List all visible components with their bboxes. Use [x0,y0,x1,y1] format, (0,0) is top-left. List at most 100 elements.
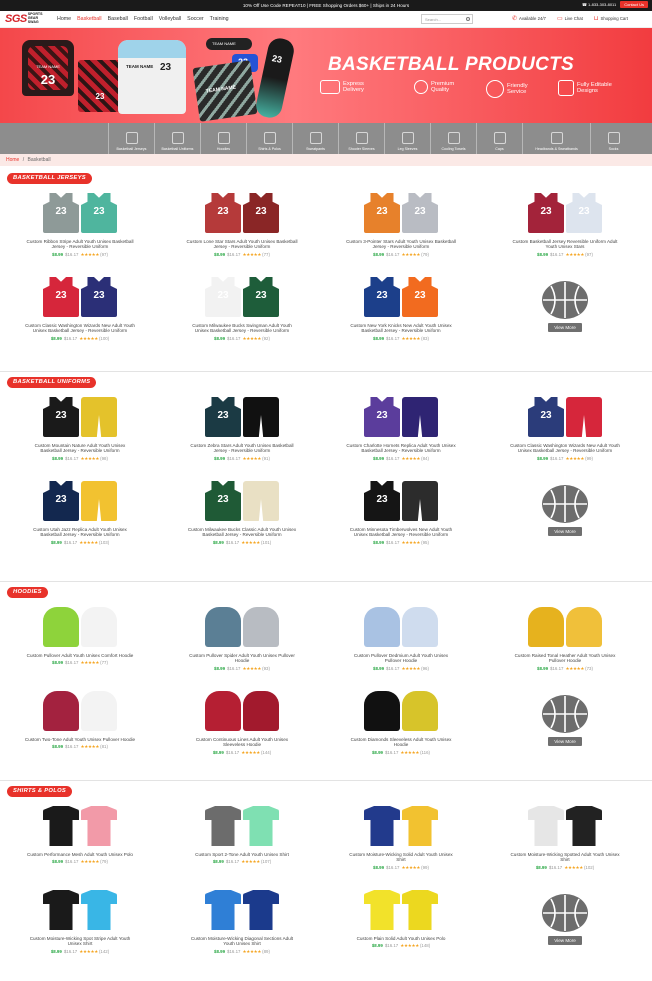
shopping-cart-link[interactable]: ⊔ Shopping Cart [594,15,628,22]
product-image[interactable]: 23 [203,481,281,523]
product-card[interactable]: Custom Moisture-Wicking Diagonal Section… [182,890,302,955]
product-title[interactable]: Custom Basketball Jersey Reversible Unif… [505,239,625,250]
product-card[interactable]: 23 Custom Zebra Stars Adult Youth Unisex … [182,397,302,462]
product-card[interactable]: 23 Custom Milwaukee Bucks Classic Adult Y… [182,481,302,546]
product-card[interactable]: 23 Custom Mountain Nature Adult Youth Uni… [20,397,140,462]
product-title[interactable]: Custom Milwaukee Bucks Classic Adult You… [182,527,302,538]
product-title[interactable]: Custom Moisture-Wicking Solid Adult Yout… [341,852,461,863]
live-chat-link[interactable]: ▭ Live Chat [557,15,583,22]
product-card[interactable]: 23 23 Custom New York Knicks New Adult You… [341,277,461,342]
product-image[interactable] [203,806,281,848]
product-image[interactable] [41,607,119,649]
product-title[interactable]: Custom Raised Tonal Heather Adult Youth … [505,653,625,664]
product-title[interactable]: Custom Sport 2-Tone Adult Youth Unisex S… [182,852,302,857]
product-card[interactable]: Custom Continuous Lines Adult Youth Unis… [182,691,302,756]
product-card[interactable]: 23 Custom Charlotte Hornets Replica Adult… [341,397,461,462]
nav-item-training[interactable]: Training [210,16,229,22]
product-card[interactable]: Custom Plain Solid Adult Youth Unisex Po… [341,890,461,949]
product-image[interactable]: 23 23 [41,193,119,235]
basketball-icon[interactable] [542,894,588,932]
basketball-icon[interactable] [542,485,588,523]
product-card[interactable]: Custom Pullover Adult Youth Unisex Comfo… [20,607,140,666]
product-title[interactable]: Custom Zebra Stars Adult Youth Unisex Ba… [182,443,302,454]
product-image[interactable] [41,691,119,733]
product-image[interactable]: 23 23 [203,193,281,235]
product-card[interactable]: 23 Custom Minnesota Timberwolves New Adul… [341,481,461,546]
category-headbands[interactable]: Headbands & Sweatbands [522,123,590,154]
product-title[interactable]: Custom Pullover Adult Youth Unisex Comfo… [20,653,140,658]
product-card[interactable]: Custom Diamonds Sleeveless Adult Youth U… [341,691,461,756]
product-title[interactable]: Custom Moisture-Wicking Diagonal Section… [182,936,302,947]
product-title[interactable]: Custom Milwaukee Bucks Swingman Adult Yo… [182,323,302,334]
product-image[interactable]: 23 23 [203,277,281,319]
product-image[interactable] [203,607,281,649]
product-image[interactable] [362,607,440,649]
nav-item-soccer[interactable]: Soccer [187,16,204,22]
product-image[interactable]: 23 23 [362,277,440,319]
product-title[interactable]: Custom Plain Solid Adult Youth Unisex Po… [341,936,461,941]
nav-item-football[interactable]: Football [134,16,153,22]
product-image[interactable] [362,890,440,932]
product-image[interactable]: 23 23 [526,193,604,235]
product-image[interactable] [41,806,119,848]
product-image[interactable] [203,691,281,733]
search-icon[interactable] [466,17,470,21]
view-more-button[interactable]: View More [548,527,582,536]
product-image[interactable] [362,691,440,733]
product-card[interactable]: Custom Moisture-Wicking Solid Adult Yout… [341,806,461,871]
product-title[interactable]: Custom Lone Star Stars Adult Youth Unise… [182,239,302,250]
product-title[interactable]: Custom Ribbon Stripe Adult Youth Unisex … [20,239,140,250]
product-card[interactable]: Custom Sport 2-Tone Adult Youth Unisex S… [182,806,302,865]
product-title[interactable]: Custom Moisture-Wicking Spot Stripe Adul… [20,936,140,947]
product-title[interactable]: Custom Utah Jazz Replica Adult Youth Uni… [20,527,140,538]
product-title[interactable]: Custom 3-Pointer Stars Adult Youth Unise… [341,239,461,250]
category-basketball-jerseys[interactable]: Basketball Jerseys [108,123,154,154]
category-leg-sleeves[interactable]: Leg Sleeves [384,123,430,154]
nav-item-volleyball[interactable]: Volleyball [159,16,181,22]
product-card[interactable]: 23 23 Custom Basketball Jersey Reversible … [505,193,625,258]
product-title[interactable]: Custom Performance Mesh Adult Youth Unis… [20,852,140,857]
basketball-icon[interactable] [542,695,588,733]
product-title[interactable]: Custom Diamonds Sleeveless Adult Youth U… [341,737,461,748]
product-title[interactable]: Custom Pullover Spider Adult Youth Unise… [182,653,302,664]
product-image[interactable] [41,890,119,932]
product-card[interactable]: Custom Moisture-Wicking Spotted Adult Yo… [505,806,625,871]
product-title[interactable]: Custom Classic Washington Wizards New Ad… [20,323,140,334]
phone-number[interactable]: ☎ 1-833-303-8011 [582,2,616,7]
product-title[interactable]: Custom Minnesota Timberwolves New Adult … [341,527,461,538]
nav-item-baseball[interactable]: Baseball [108,16,128,22]
search-input[interactable]: Search... [421,14,473,24]
product-image[interactable]: 23 [41,481,119,523]
product-image[interactable] [362,806,440,848]
product-image[interactable]: 23 23 [362,193,440,235]
category-sweatpants[interactable]: Sweatpants [292,123,338,154]
logo[interactable]: SGS SPORTS GEAR SWAG [5,12,53,25]
product-card[interactable]: Custom Moisture-Wicking Spot Stripe Adul… [20,890,140,955]
product-card[interactable]: Custom Performance Mesh Adult Youth Unis… [20,806,140,865]
view-more-button[interactable]: View More [548,737,582,746]
product-card[interactable]: 23 23 Custom Milwaukee Bucks Swingman Adul… [182,277,302,342]
product-image[interactable]: 23 [362,397,440,439]
product-card[interactable]: Custom Two-Tone Adult Youth Unisex Pullo… [20,691,140,750]
category-hoodies[interactable]: Hoodies [200,123,246,154]
product-image[interactable] [526,806,604,848]
product-card[interactable]: 23 23 Custom Ribbon Stripe Adult Youth Uni… [20,193,140,258]
breadcrumb-home[interactable]: Home [6,157,19,163]
category-shooter-sleeves[interactable]: Shooter Sleeves [338,123,384,154]
product-card[interactable]: 23 23 Custom Lone Star Stars Adult Youth U… [182,193,302,258]
product-card[interactable]: 23 23 Custom 3-Pointer Stars Adult Youth U… [341,193,461,258]
product-image[interactable]: 23 [41,397,119,439]
category-socks[interactable]: Socks [590,123,636,154]
product-image[interactable]: 23 23 [41,277,119,319]
category-basketball-uniforms[interactable]: Basketball Uniforms [154,123,200,154]
contact-us-button[interactable]: Contact Us [620,1,648,8]
product-image[interactable] [203,890,281,932]
product-title[interactable]: Custom New York Knicks New Adult Youth U… [341,323,461,334]
product-card[interactable]: Custom Raised Tonal Heather Adult Youth … [505,607,625,672]
category-shirts-polos[interactable]: Shirts & Polos [246,123,292,154]
view-more-button[interactable]: View More [548,323,582,332]
product-title[interactable]: Custom Classic Washington Wizards New Ad… [505,443,625,454]
product-title[interactable]: Custom Pullover Dedmium Adult Youth Unis… [341,653,461,664]
product-image[interactable]: 23 [203,397,281,439]
nav-item-basketball[interactable]: Basketball [77,16,101,22]
